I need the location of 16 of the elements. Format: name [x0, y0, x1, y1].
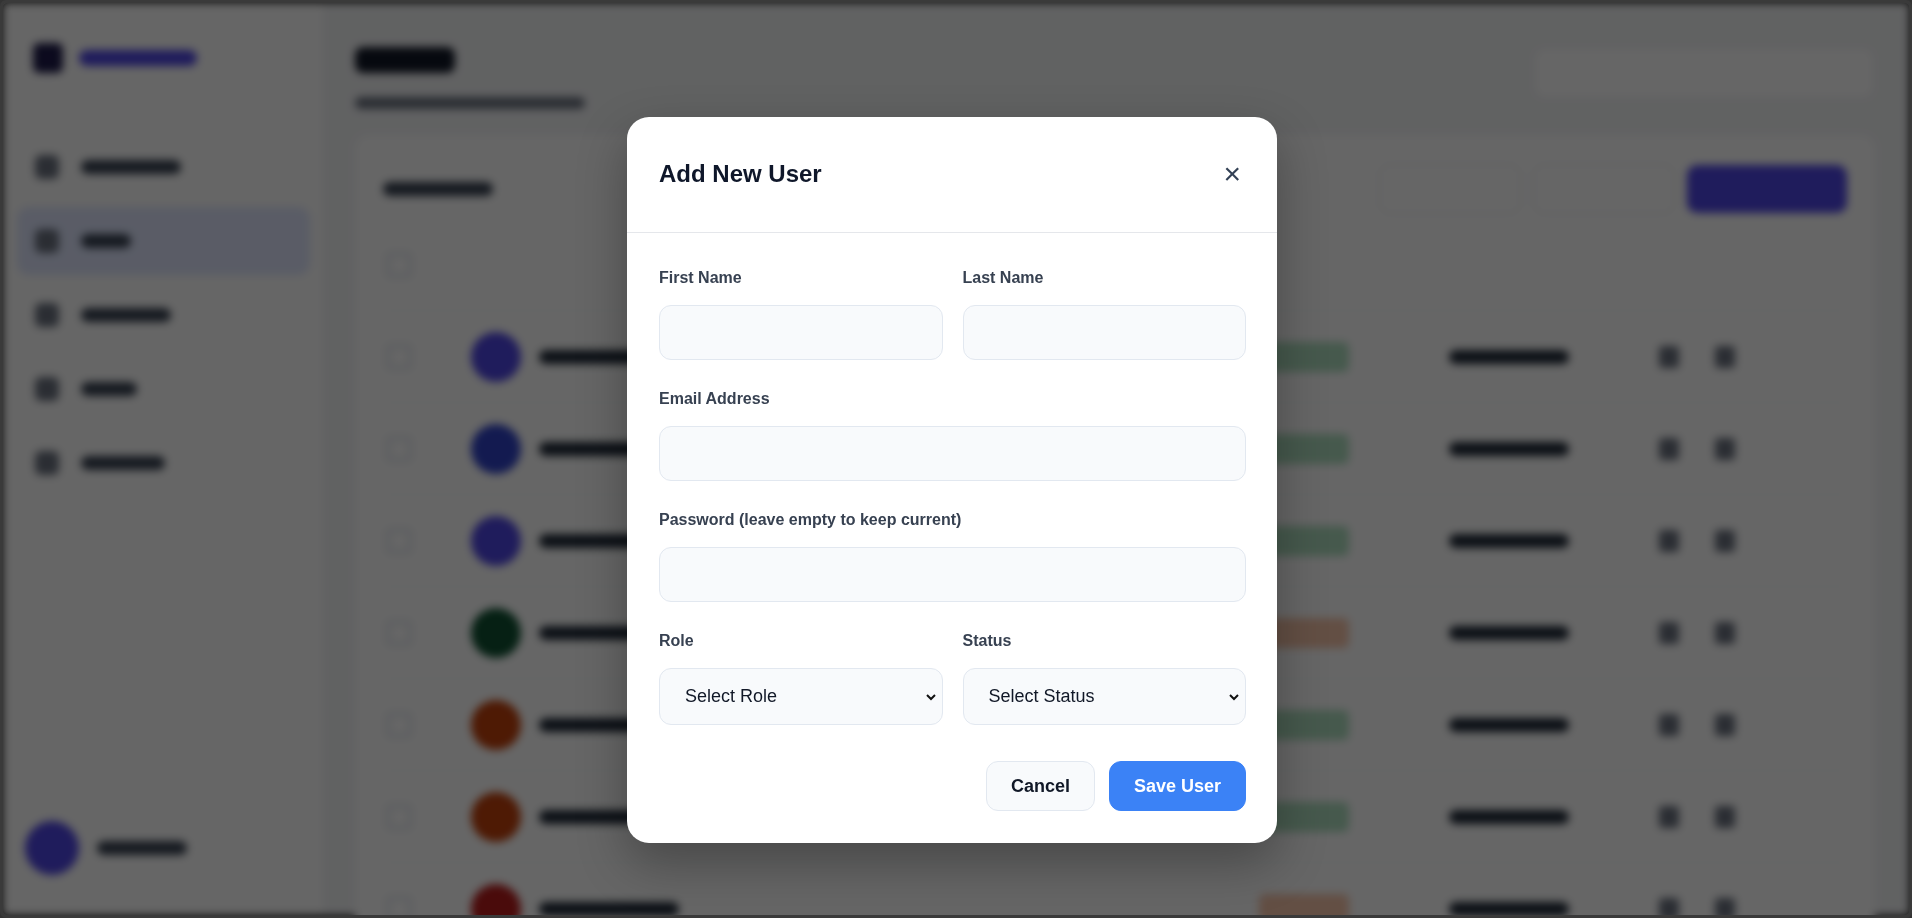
text-field[interactable]: [659, 547, 1246, 602]
text-field[interactable]: [962, 305, 1246, 360]
save-button[interactable]: Save User: [1108, 761, 1246, 811]
select-field[interactable]: Select Role: [659, 668, 943, 725]
field-label: Email Address: [659, 390, 771, 408]
field-label: Password (leave empty to keep current): [659, 511, 963, 529]
dialog-title: Add New User: [659, 160, 822, 188]
select-field[interactable]: Select Status: [962, 668, 1246, 725]
field-label: Last Name: [962, 269, 1045, 287]
field-label: Status: [962, 632, 1013, 650]
field-label: First Name: [659, 269, 743, 287]
text-field[interactable]: [659, 305, 943, 360]
close-button[interactable]: ×: [1219, 159, 1245, 189]
text-field[interactable]: [659, 426, 1246, 481]
cancel-button[interactable]: Cancel: [985, 761, 1095, 811]
field-label: Role: [659, 632, 695, 650]
